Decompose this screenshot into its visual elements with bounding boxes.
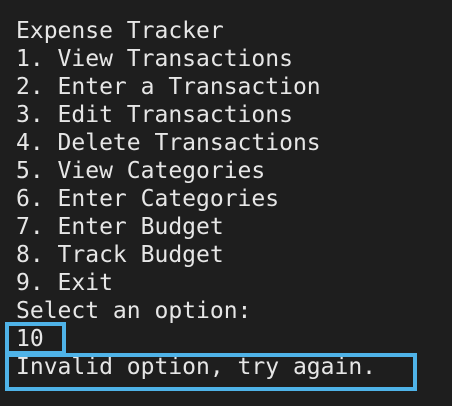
menu-item-track-budget: 8. Track Budget bbox=[16, 242, 224, 268]
menu-item-enter-budget: 7. Enter Budget bbox=[16, 214, 224, 240]
menu-item-enter-categories: 6. Enter Categories bbox=[16, 186, 280, 212]
menu-item-delete-transactions: 4. Delete Transactions bbox=[16, 130, 321, 156]
menu-item-edit-transactions: 3. Edit Transactions bbox=[16, 102, 293, 128]
input-highlight-box bbox=[5, 322, 66, 355]
menu-item-view-transactions: 1. View Transactions bbox=[16, 46, 293, 72]
menu-item-enter-transaction: 2. Enter a Transaction bbox=[16, 74, 321, 100]
error-highlight-box bbox=[5, 353, 417, 391]
terminal-window[interactable]: Expense Tracker 1. View Transactions 2. … bbox=[0, 0, 452, 406]
menu-item-view-categories: 5. View Categories bbox=[16, 158, 266, 184]
app-title: Expense Tracker bbox=[16, 18, 224, 44]
select-option-prompt: Select an option: bbox=[16, 298, 252, 324]
menu-item-exit: 9. Exit bbox=[16, 270, 113, 296]
